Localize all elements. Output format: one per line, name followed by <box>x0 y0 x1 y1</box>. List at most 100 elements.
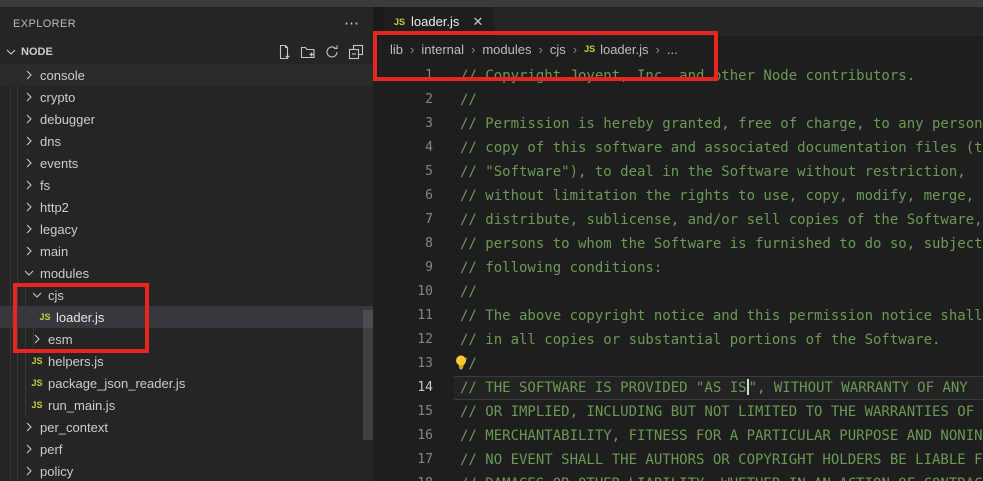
code-line-text[interactable]: // Copyright Joyent, Inc. and other Node… <box>454 64 983 88</box>
breadcrumb-separator: › <box>410 42 414 57</box>
tree-item-loader-js[interactable]: JSloader.js <box>0 306 373 328</box>
code-line-6[interactable]: 6// without limitation the rights to use… <box>373 184 983 208</box>
js-file-icon: JS <box>29 375 45 391</box>
breadcrumb-item-cjs[interactable]: cjs <box>550 42 566 57</box>
tab-loader-js[interactable]: JS loader.js ✕ <box>383 7 494 36</box>
code-line-2[interactable]: 2// <box>373 88 983 112</box>
tree-item-label: main <box>40 244 68 259</box>
js-file-icon: JS <box>37 309 53 325</box>
breadcrumb-item-loader-js[interactable]: JSloader.js <box>584 42 648 57</box>
tree-item-helpers-js[interactable]: JShelpers.js <box>0 350 373 372</box>
chevron-right-icon <box>21 177 37 193</box>
code-line-13[interactable]: 13// <box>373 352 983 376</box>
breadcrumb-separator: › <box>573 42 577 57</box>
code-line-16[interactable]: 16 // MERCHANTABILITY, FITNESS FOR A PART… <box>373 424 983 448</box>
code-line-text[interactable]: // MERCHANTABILITY, FITNESS FOR A PARTIC… <box>454 424 983 448</box>
line-number: 5 <box>373 160 433 184</box>
tree-item-dns[interactable]: dns <box>0 130 373 152</box>
collapse-all-icon[interactable] <box>348 44 364 60</box>
chevron-right-icon <box>21 221 37 237</box>
tree-item-events[interactable]: events <box>0 152 373 174</box>
chevron-right-icon <box>21 67 37 83</box>
line-number: 15 <box>373 400 433 424</box>
code-line-15[interactable]: 15 // OR IMPLIED, INCLUDING BUT NOT LIMIT… <box>373 400 983 424</box>
code-line-text[interactable]: // persons to whom the Software is furni… <box>454 232 983 256</box>
tree-item-run-main-js[interactable]: JSrun_main.js <box>0 394 373 416</box>
explorer-title: EXPLORER <box>13 18 76 30</box>
tree-item-cjs[interactable]: cjs <box>0 284 373 306</box>
code-line-text[interactable]: // following conditions: <box>454 256 983 280</box>
breadcrumb-item-modules[interactable]: modules <box>482 42 531 57</box>
code-line-17[interactable]: 17// NO EVENT SHALL THE AUTHORS OR COPYR… <box>373 448 983 472</box>
code-line-text[interactable]: // THE SOFTWARE IS PROVIDED "AS IS", WIT… <box>454 376 983 400</box>
code-line-text[interactable]: // DAMAGES OR OTHER LIABILITY, WHETHER I… <box>454 472 983 481</box>
line-number: 3 <box>373 112 433 136</box>
code-line-18[interactable]: 18 // DAMAGES OR OTHER LIABILITY, WHETHER… <box>373 472 983 481</box>
tree-item-legacy[interactable]: legacy <box>0 218 373 240</box>
tree-item-label: fs <box>40 178 50 193</box>
tree-item-console[interactable]: console <box>0 64 373 86</box>
code-line-text[interactable]: // copy of this software and associated … <box>454 136 983 160</box>
tree-item-http2[interactable]: http2 <box>0 196 373 218</box>
code-line-text[interactable]: // without limitation the rights to use,… <box>454 184 983 208</box>
vscode-window: EXPLORER ⋯ NODE console crypto debugger dns… <box>0 0 983 481</box>
chevron-down-icon <box>3 44 19 60</box>
code-line-text[interactable]: // Permission is hereby granted, free of… <box>454 112 983 136</box>
breadcrumb-item--[interactable]: ... <box>667 42 678 57</box>
code-line-text[interactable]: // OR IMPLIED, INCLUDING BUT NOT LIMITED… <box>454 400 983 424</box>
node-section-header[interactable]: NODE <box>0 40 373 64</box>
sidebar-scrollbar-thumb[interactable] <box>363 310 373 440</box>
refresh-icon[interactable] <box>324 44 340 60</box>
tree-item-label: dns <box>40 134 61 149</box>
tree-item-per-context[interactable]: per_context <box>0 416 373 438</box>
tree-item-main[interactable]: main <box>0 240 373 262</box>
tree-item-perf[interactable]: perf <box>0 438 373 460</box>
code-line-4[interactable]: 4// copy of this software and associated… <box>373 136 983 160</box>
tree-item-label: legacy <box>40 222 78 237</box>
code-line-text[interactable]: // The above copyright notice and this p… <box>454 304 983 328</box>
line-number: 12 <box>373 328 433 352</box>
code-line-3[interactable]: 3 // Permission is hereby granted, free o… <box>373 112 983 136</box>
tree-item-modules[interactable]: modules <box>0 262 373 284</box>
tree-item-label: package_json_reader.js <box>48 376 185 391</box>
code-line-text[interactable]: // in all copies or substantial portions… <box>454 328 983 352</box>
line-number: 18 <box>373 472 433 481</box>
breadcrumb-item-lib[interactable]: lib <box>390 42 403 57</box>
js-file-icon: JS <box>394 17 405 27</box>
code-line-14[interactable]: 14// THE SOFTWARE IS PROVIDED "AS IS", W… <box>373 376 983 400</box>
tree-item-fs[interactable]: fs <box>0 174 373 196</box>
code-line-12[interactable]: 12 // in all copies or substantial portio… <box>373 328 983 352</box>
tree-item-crypto[interactable]: crypto <box>0 86 373 108</box>
tree-item-debugger[interactable]: debugger <box>0 108 373 130</box>
code-line-11[interactable]: 11// The above copyright notice and this… <box>373 304 983 328</box>
code-line-text[interactable]: // NO EVENT SHALL THE AUTHORS OR COPYRIG… <box>454 448 983 472</box>
tree-item-label: per_context <box>40 420 108 435</box>
code-editor[interactable]: 1// Copyright Joyent, Inc. and other Nod… <box>373 62 983 481</box>
code-line-5[interactable]: 5 // "Software"), to deal in the Software… <box>373 160 983 184</box>
code-line-8[interactable]: 8// persons to whom the Software is furn… <box>373 232 983 256</box>
tree-item-policy[interactable]: policy <box>0 460 373 481</box>
chevron-down-icon <box>21 265 37 281</box>
code-line-10[interactable]: 10// <box>373 280 983 304</box>
tree-item-package-json-reader-js[interactable]: JSpackage_json_reader.js <box>0 372 373 394</box>
tree-item-label: helpers.js <box>48 354 104 369</box>
new-file-icon[interactable] <box>276 44 292 60</box>
breadcrumb-separator: › <box>538 42 542 57</box>
new-folder-icon[interactable] <box>300 44 316 60</box>
code-line-1[interactable]: 1// Copyright Joyent, Inc. and other Nod… <box>373 64 983 88</box>
code-line-text[interactable]: // <box>454 352 983 376</box>
close-icon[interactable]: ✕ <box>472 14 483 30</box>
line-number: 16 <box>373 424 433 448</box>
code-line-text[interactable]: // distribute, sublicense, and/or sell c… <box>454 208 983 232</box>
code-line-text[interactable]: // <box>454 280 983 304</box>
tree-item-esm[interactable]: esm <box>0 328 373 350</box>
chevron-right-icon <box>21 155 37 171</box>
code-line-7[interactable]: 7// distribute, sublicense, and/or sell … <box>373 208 983 232</box>
breadcrumb-item-internal[interactable]: internal <box>421 42 464 57</box>
code-line-text[interactable]: // "Software"), to deal in the Software … <box>454 160 983 184</box>
ellipsis-icon[interactable]: ⋯ <box>344 19 360 29</box>
tree-item-label: crypto <box>40 90 75 105</box>
code-line-9[interactable]: 9// following conditions: <box>373 256 983 280</box>
code-line-text[interactable]: // <box>454 88 983 112</box>
tree-item-label: cjs <box>48 288 64 303</box>
